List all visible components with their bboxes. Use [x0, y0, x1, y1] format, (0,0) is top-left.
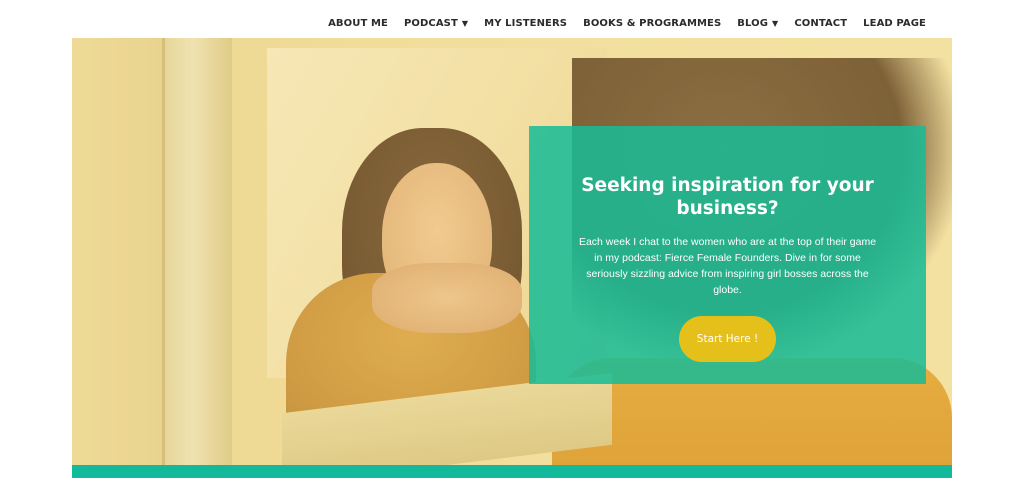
nav-item-label: CONTACT	[794, 18, 848, 29]
nav-item-podcast[interactable]: PODCAST ▼	[404, 18, 468, 29]
nav-item-label: ABOUT ME	[328, 18, 388, 29]
nav-item-my-listeners[interactable]: MY LISTENERS	[484, 18, 567, 29]
nav-item-lead-page[interactable]: LEAD PAGE	[863, 18, 926, 29]
top-navigation: ABOUT ME PODCAST ▼ MY LISTENERS BOOKS & …	[0, 0, 1024, 38]
hero-cta-card: Seeking inspiration for your business? E…	[529, 126, 926, 384]
nav-item-label: BOOKS & PROGRAMMES	[583, 18, 722, 29]
nav-item-label: PODCAST	[403, 18, 458, 29]
nav-menu: ABOUT ME PODCAST ▼ MY LISTENERS BOOKS & …	[328, 18, 926, 29]
caret-down-icon: ▼	[772, 18, 779, 28]
hero-description: Each week I chat to the women who are at…	[578, 236, 877, 296]
start-here-button[interactable]: Start Here !	[679, 316, 776, 362]
nav-item-label: LEAD PAGE	[863, 18, 926, 29]
caret-down-icon: ▼	[461, 18, 469, 28]
hero-banner: Seeking inspiration for your business? E…	[72, 38, 952, 465]
nav-item-about-me[interactable]: ABOUT ME	[328, 18, 388, 29]
section-divider-bar	[72, 465, 952, 478]
nav-item-books-programmes[interactable]: BOOKS & PROGRAMMES	[583, 18, 721, 29]
nav-item-label: MY LISTENERS	[484, 18, 568, 29]
nav-item-contact[interactable]: CONTACT	[794, 18, 847, 29]
nav-item-blog[interactable]: BLOG ▼	[737, 18, 778, 29]
nav-item-label: BLOG	[737, 18, 769, 29]
hero-title: Seeking inspiration for your business?	[581, 175, 874, 219]
